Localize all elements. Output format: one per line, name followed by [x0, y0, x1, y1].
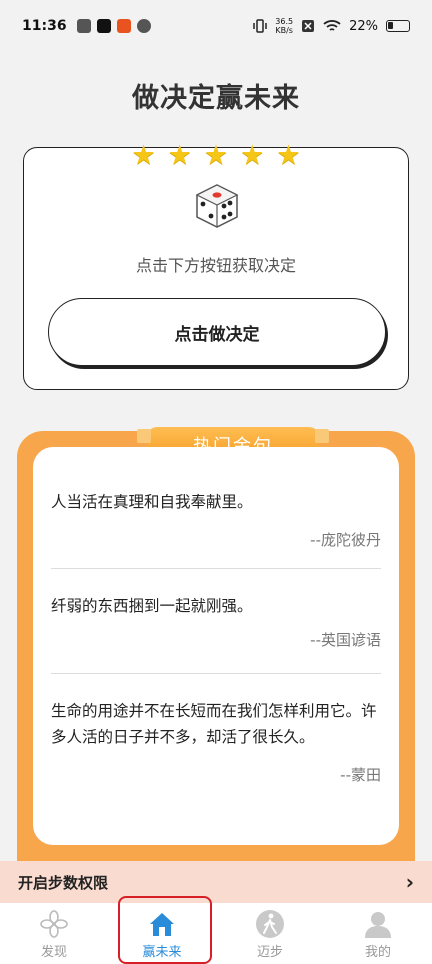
status-time: 11:36 [22, 18, 67, 34]
nav-label: 发现 [40, 945, 67, 960]
step-permission-label: 开启步数权限 [18, 873, 109, 892]
quote-author: --英国谚语 [310, 631, 381, 649]
star-icon: ★ [167, 140, 192, 171]
status-right: 36.5 KB/s 22% [253, 17, 410, 35]
dice-icon [195, 184, 239, 228]
user-icon [365, 912, 391, 938]
tiktok-icon [96, 19, 111, 33]
nav-label: 我的 [364, 945, 391, 960]
quote-text: 人当活在真理和自我奉献里。 [51, 493, 253, 511]
wifi-icon [323, 20, 341, 31]
net-speed-unit: KB/s [275, 26, 293, 35]
nav-item-mine[interactable]: 我的 [324, 903, 432, 964]
bottom-nav: 发现 赢未来 迈步 我的 [0, 903, 432, 964]
nav-item-discover[interactable]: 发现 [0, 903, 108, 964]
link-icon [136, 19, 151, 33]
quote-item: 生命的用途并不在长短而在我们怎样利用它。许多人活的日子并不多，却活了很长久。 -… [51, 674, 381, 785]
quote-item: 人当活在真理和自我奉献里。 --庞陀彼丹 [51, 447, 381, 569]
step-permission-bar[interactable]: 开启步数权限 › [0, 861, 432, 903]
star-icon: ★ [276, 140, 301, 171]
star-icon: ★ [131, 140, 156, 171]
make-decision-button[interactable]: 点击做决定 [48, 298, 386, 366]
app-notification-icon [76, 19, 91, 33]
status-app-icons [76, 19, 151, 33]
quote-text: 纤弱的东西捆到一起就刚强。 [51, 597, 253, 615]
net-speed: 36.5 KB/s [275, 17, 293, 35]
flower-icon [40, 910, 68, 938]
highlight-annotation [118, 896, 212, 964]
star-icon: ★ [240, 140, 265, 171]
vibrate-icon [253, 19, 268, 33]
battery-icon [386, 20, 410, 32]
quote-author: --庞陀彼丹 [310, 531, 381, 549]
page-title: 做决定赢未来 [132, 83, 300, 114]
shopping-app-icon [116, 19, 131, 33]
nav-label: 迈步 [256, 945, 283, 960]
stars-row: ★ ★ ★ ★ ★ [24, 142, 408, 169]
sim-off-icon [302, 20, 315, 32]
decision-card: ★ ★ ★ ★ ★ 点击下方按钮获取决定 点击做决定 [23, 142, 409, 390]
quotes-card: 人当活在真理和自我奉献里。 --庞陀彼丹 纤弱的东西捆到一起就刚强。 --英国谚… [33, 447, 399, 845]
quote-item: 纤弱的东西捆到一起就刚强。 --英国谚语 [51, 569, 381, 674]
quote-author: --蒙田 [340, 766, 381, 784]
status-bar: 11:36 36.5 KB/s 22% [0, 0, 432, 52]
hot-quotes-section: 热门金句 人当活在真理和自我奉献里。 --庞陀彼丹 纤弱的东西捆到一起就刚强。 … [17, 427, 415, 891]
nav-item-walk[interactable]: 迈步 [216, 903, 324, 964]
walking-icon [256, 910, 284, 938]
decision-hint: 点击下方按钮获取决定 [135, 256, 296, 275]
net-speed-value: 36.5 [275, 17, 294, 26]
battery-percent: 22% [349, 18, 378, 34]
star-icon: ★ [203, 140, 229, 171]
quote-text: 生命的用途并不在长短而在我们怎样利用它。许多人活的日子并不多，却活了很长久。 [51, 702, 377, 746]
chevron-right-icon: › [405, 870, 414, 894]
